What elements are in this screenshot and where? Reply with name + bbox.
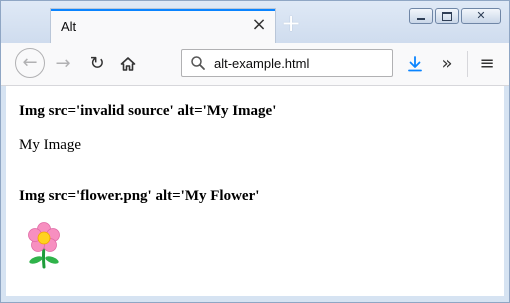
- hamburger-menu-button[interactable]: ≡: [475, 52, 499, 76]
- window-bottom-edge: [1, 297, 509, 302]
- maximize-button[interactable]: [435, 8, 459, 24]
- tab-title: Alt: [61, 19, 77, 34]
- home-icon: [120, 57, 136, 71]
- window-controls: ✕: [407, 8, 501, 24]
- tab-close-icon[interactable]: ×: [251, 16, 267, 34]
- flower-heading: Img src='flower.png' alt='My Flower': [19, 188, 260, 204]
- toolbar-divider: [467, 51, 468, 77]
- back-arrow-icon: ←: [22, 52, 38, 73]
- tab-alt[interactable]: Alt ×: [51, 9, 275, 43]
- navigation-toolbar: ← → ↻ alt-example.html » ≡: [1, 43, 509, 86]
- hamburger-icon: ≡: [479, 53, 495, 74]
- title-bar: Alt × + ✕: [1, 1, 509, 43]
- forward-button[interactable]: →: [51, 52, 75, 76]
- page-content: Img src='invalid source' alt='My Image' …: [6, 86, 504, 296]
- home-button[interactable]: [116, 52, 140, 76]
- image-alt-text: My Image: [19, 137, 82, 153]
- minimize-button[interactable]: [409, 8, 433, 24]
- forward-arrow-icon: →: [55, 53, 71, 74]
- back-button[interactable]: ←: [15, 48, 45, 78]
- search-icon: [191, 56, 205, 70]
- browser-window: Alt × + ✕ ← → ↻ alt-example.html » ≡ Img…: [0, 0, 510, 303]
- close-icon: ✕: [476, 9, 486, 22]
- address-bar[interactable]: alt-example.html: [181, 49, 393, 77]
- minimize-icon: [417, 18, 425, 20]
- flower-image: [28, 222, 60, 269]
- close-window-button[interactable]: ✕: [461, 8, 501, 24]
- download-arrow-icon: [408, 56, 422, 72]
- reload-icon: ↻: [89, 53, 105, 74]
- new-tab-button[interactable]: +: [281, 11, 301, 35]
- overflow-menu-button[interactable]: »: [435, 52, 459, 76]
- reload-button[interactable]: ↻: [85, 52, 109, 76]
- downloads-button[interactable]: [403, 52, 427, 76]
- invalid-source-heading: Img src='invalid source' alt='My Image': [19, 103, 277, 119]
- maximize-icon: [442, 11, 452, 21]
- chevrons-right-icon: »: [441, 53, 453, 74]
- url-text: alt-example.html: [214, 56, 310, 71]
